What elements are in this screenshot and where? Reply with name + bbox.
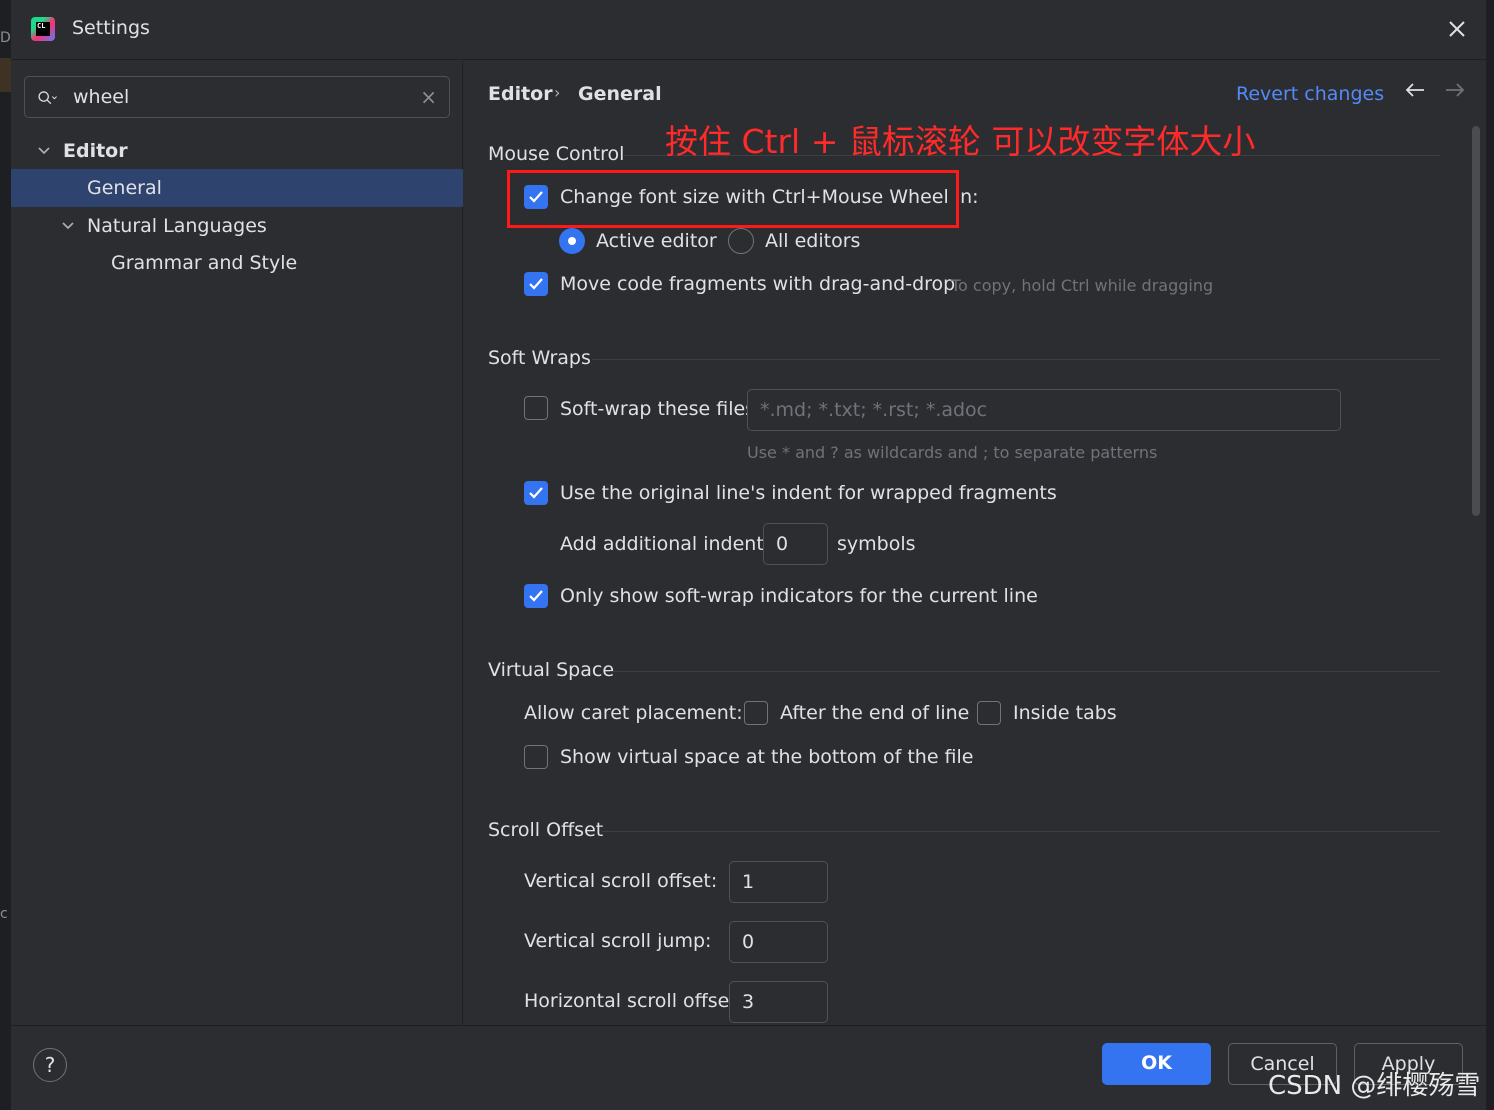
section-title-mouse-control: Mouse Control bbox=[488, 143, 625, 165]
section-divider bbox=[610, 671, 1440, 672]
clear-search-icon[interactable]: × bbox=[420, 86, 437, 108]
revert-changes-link[interactable]: Revert changes bbox=[1236, 83, 1384, 105]
soft-wrap-patterns-input[interactable]: *.md; *.txt; *.rst; *.adoc bbox=[747, 389, 1341, 431]
section-title-virtual-space: Virtual Space bbox=[488, 659, 615, 681]
vertical-scroll-offset-input[interactable]: 1 bbox=[729, 861, 828, 903]
vertical-scroll-offset-label: Vertical scroll offset: bbox=[524, 870, 718, 892]
settings-search-box[interactable]: × bbox=[24, 76, 450, 118]
tree-item-label: General bbox=[87, 177, 162, 199]
breadcrumb-current: General bbox=[578, 83, 662, 105]
help-button[interactable]: ? bbox=[33, 1048, 67, 1082]
virtual-space-bottom-checkbox[interactable] bbox=[524, 745, 548, 769]
additional-indent-label: Add additional indent: bbox=[560, 533, 771, 555]
inside-tabs-checkbox[interactable] bbox=[977, 701, 1001, 725]
annotation-text: 按住 Ctrl + 鼠标滚轮 可以改变字体大小 bbox=[665, 122, 1256, 161]
breadcrumb-editor[interactable]: Editor bbox=[488, 83, 553, 105]
original-indent-checkbox[interactable] bbox=[524, 481, 548, 505]
ok-button[interactable]: OK bbox=[1102, 1043, 1211, 1085]
clion-app-icon: CL bbox=[31, 17, 55, 41]
settings-dialog: D c CL Settings × Editor bbox=[0, 0, 1494, 1110]
background-edge-right bbox=[1486, 0, 1494, 1110]
annotation-highlight-box bbox=[507, 170, 959, 228]
settings-content-panel: Editor › General Revert changes Mouse Co… bbox=[464, 61, 1486, 1025]
tree-item-label: Natural Languages bbox=[87, 215, 267, 237]
tree-item-label: Grammar and Style bbox=[111, 252, 298, 274]
after-end-of-line-label[interactable]: After the end of line bbox=[780, 702, 969, 724]
window-title: Settings bbox=[72, 17, 150, 39]
all-editors-label[interactable]: All editors bbox=[765, 230, 860, 252]
tree-item-label: Editor bbox=[63, 140, 128, 162]
after-end-of-line-checkbox[interactable] bbox=[744, 701, 768, 725]
vertical-scroll-jump-input[interactable]: 0 bbox=[729, 921, 828, 963]
tree-item-grammar-and-style[interactable]: Grammar and Style bbox=[11, 244, 463, 282]
soft-wrap-indicators-checkbox[interactable] bbox=[524, 584, 548, 608]
settings-tree-panel: × Editor General Natural Languages Gramm… bbox=[11, 61, 463, 1025]
active-editor-radio[interactable] bbox=[559, 228, 585, 254]
soft-wrap-indicators-label[interactable]: Only show soft-wrap indicators for the c… bbox=[560, 585, 1038, 607]
drag-and-drop-checkbox[interactable] bbox=[524, 272, 548, 296]
search-input[interactable] bbox=[73, 85, 403, 109]
soft-wrap-patterns-hint: Use * and ? as wildcards and ; to separa… bbox=[747, 443, 1158, 462]
close-icon bbox=[1449, 21, 1465, 37]
section-title-scroll-offset: Scroll Offset bbox=[488, 819, 604, 841]
horizontal-scroll-offset-input[interactable]: 3 bbox=[729, 981, 828, 1023]
inside-tabs-label[interactable]: Inside tabs bbox=[1013, 702, 1117, 724]
caret-placement-label: Allow caret placement: bbox=[524, 702, 743, 724]
dialog-button-bar: ? OK Cancel Apply CSDN @绯樱殇雪 bbox=[11, 1025, 1486, 1110]
vertical-scrollbar[interactable] bbox=[1472, 126, 1480, 516]
tree-item-editor[interactable]: Editor bbox=[11, 132, 463, 170]
tree-item-general[interactable]: General bbox=[11, 169, 463, 207]
active-editor-label[interactable]: Active editor bbox=[596, 230, 717, 252]
edge-text: D bbox=[0, 30, 11, 46]
virtual-space-bottom-label[interactable]: Show virtual space at the bottom of the … bbox=[560, 746, 974, 768]
background-editor-edge: D c bbox=[0, 0, 11, 1110]
horizontal-scroll-offset-label: Horizontal scroll offset: bbox=[524, 990, 744, 1012]
all-editors-radio[interactable] bbox=[728, 228, 754, 254]
additional-indent-unit: symbols bbox=[837, 533, 916, 555]
soft-wrap-files-checkbox[interactable] bbox=[524, 396, 548, 420]
additional-indent-input[interactable]: 0 bbox=[763, 523, 828, 565]
section-divider bbox=[602, 831, 1440, 832]
drag-and-drop-label[interactable]: Move code fragments with drag-and-drop bbox=[560, 273, 955, 295]
section-divider bbox=[592, 359, 1440, 360]
search-icon[interactable] bbox=[38, 88, 58, 108]
soft-wrap-files-label[interactable]: Soft-wrap these files: bbox=[560, 398, 762, 420]
tree-item-natural-languages[interactable]: Natural Languages bbox=[11, 207, 463, 245]
close-button[interactable] bbox=[1444, 16, 1470, 42]
watermark-text: CSDN @绯樱殇雪 bbox=[1268, 1071, 1481, 1101]
drag-and-drop-hint: To copy, hold Ctrl while dragging bbox=[951, 276, 1214, 295]
title-bar: CL Settings bbox=[11, 0, 1486, 60]
edge-highlight bbox=[0, 58, 11, 92]
original-indent-label[interactable]: Use the original line's indent for wrapp… bbox=[560, 482, 1057, 504]
forward-arrow-icon[interactable] bbox=[1444, 79, 1466, 107]
back-arrow-icon[interactable] bbox=[1404, 79, 1426, 107]
edge-text: c bbox=[0, 906, 8, 922]
section-title-soft-wraps: Soft Wraps bbox=[488, 347, 591, 369]
vertical-scroll-jump-label: Vertical scroll jump: bbox=[524, 930, 712, 952]
breadcrumb-separator: › bbox=[554, 83, 561, 102]
